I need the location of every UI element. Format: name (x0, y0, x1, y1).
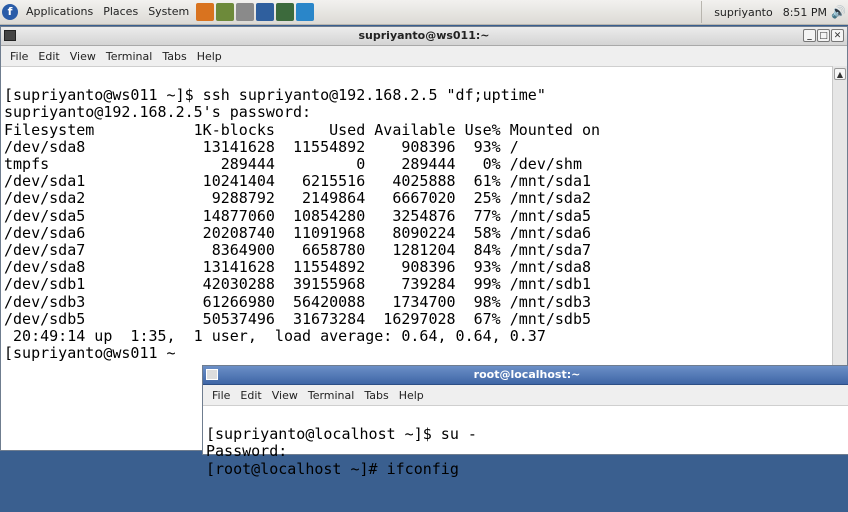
terminal-line: supriyanto@192.168.2.5's password: (4, 103, 312, 122)
terminal-line: [root@localhost ~]# ifconfig (206, 459, 459, 478)
menu-tabs-root[interactable]: Tabs (359, 389, 393, 402)
panel-separator (701, 1, 703, 23)
menu-view-root[interactable]: View (267, 389, 303, 402)
panel-clock[interactable]: 8:51 PM (779, 6, 831, 19)
terminal-line: /dev/sdb5 50537496 31673284 16297028 67%… (4, 309, 591, 328)
scroll-up-arrow-icon[interactable]: ▲ (834, 68, 846, 80)
terminal-line: /dev/sda1 10241404 6215516 4025888 61% /… (4, 172, 591, 191)
terminal-line: /dev/sda2 9288792 2149864 6667020 25% /m… (4, 189, 591, 208)
terminal-output-root[interactable]: [supriyanto@localhost ~]$ su - Password:[… (203, 406, 848, 512)
fedora-logo-icon[interactable]: f (2, 4, 18, 20)
window-titlebar-root[interactable]: root@localhost:~ (203, 366, 848, 385)
terminal-window-root: root@localhost:~ File Edit View Terminal… (202, 365, 848, 477)
window-titlebar[interactable]: supriyanto@ws011:~ _ □ ✕ (1, 27, 847, 46)
terminal-line: tmpfs 289444 0 289444 0% /dev/shm (4, 155, 582, 174)
monitor-launcher-icon[interactable] (256, 3, 275, 21)
menu-edit-root[interactable]: Edit (235, 389, 266, 402)
menu-tabs[interactable]: Tabs (157, 50, 191, 63)
launcher-bar (196, 3, 315, 21)
editor-launcher-icon[interactable] (216, 3, 235, 21)
terminal-line: Filesystem 1K-blocks Used Available Use%… (4, 120, 601, 139)
top-panel: f Applications Places System supriyanto … (0, 0, 848, 25)
terminal-line: [supriyanto@localhost ~]$ su - (206, 425, 477, 444)
menu-help-root[interactable]: Help (394, 389, 429, 402)
terminal-line: [supriyanto@ws011 ~]$ ssh supriyanto@192… (4, 86, 546, 105)
window-title-root: root@localhost:~ (473, 368, 581, 381)
terminal-line: /dev/sdb3 61266980 56420088 1734700 98% … (4, 292, 591, 311)
menu-file-root[interactable]: File (207, 389, 235, 402)
menu-applications[interactable]: Applications (21, 0, 98, 24)
terminal-menubar: File Edit View Terminal Tabs Help (1, 46, 847, 67)
terminal-line: /dev/sda6 20208740 11091968 8090224 58% … (4, 223, 591, 242)
terminal-line: 20:49:14 up 1:35, 1 user, load average: … (4, 327, 546, 346)
close-button[interactable]: ✕ (831, 29, 844, 42)
menu-system[interactable]: System (143, 0, 194, 24)
mail-launcher-icon[interactable] (236, 3, 255, 21)
terminal-line: /dev/sda5 14877060 10854280 3254876 77% … (4, 206, 591, 225)
menu-help[interactable]: Help (192, 50, 227, 63)
menu-terminal-root[interactable]: Terminal (303, 389, 360, 402)
network-launcher-icon[interactable] (296, 3, 315, 21)
panel-user[interactable]: supriyanto (708, 6, 779, 19)
menu-terminal[interactable]: Terminal (101, 50, 158, 63)
terminal-line: Password: (206, 442, 288, 461)
terminal-line: /dev/sdb1 42030288 39155968 739284 99% /… (4, 275, 591, 294)
terminal-output[interactable]: [supriyanto@ws011 ~]$ ssh supriyanto@192… (1, 67, 847, 397)
terminal-line: /dev/sda7 8364900 6658780 1281204 84% /m… (4, 241, 591, 260)
volume-icon[interactable]: 🔊 (831, 5, 848, 19)
terminal-menubar-root: File Edit View Terminal Tabs Help (203, 385, 848, 406)
terminal-line: /dev/sda8 13141628 11554892 908396 93% / (4, 137, 519, 156)
minimize-button[interactable]: _ (803, 29, 816, 42)
terminal-line: [supriyanto@ws011 ~ (4, 344, 176, 363)
menu-view[interactable]: View (65, 50, 101, 63)
menu-places[interactable]: Places (98, 0, 143, 24)
window-title: supriyanto@ws011:~ (358, 29, 490, 42)
maximize-button[interactable]: □ (817, 29, 830, 42)
terminal-line: /dev/sda8 13141628 11554892 908396 93% /… (4, 258, 591, 277)
menu-edit[interactable]: Edit (33, 50, 64, 63)
firefox-launcher-icon[interactable] (196, 3, 215, 21)
menu-file[interactable]: File (5, 50, 33, 63)
terminal-launcher-icon[interactable] (276, 3, 295, 21)
